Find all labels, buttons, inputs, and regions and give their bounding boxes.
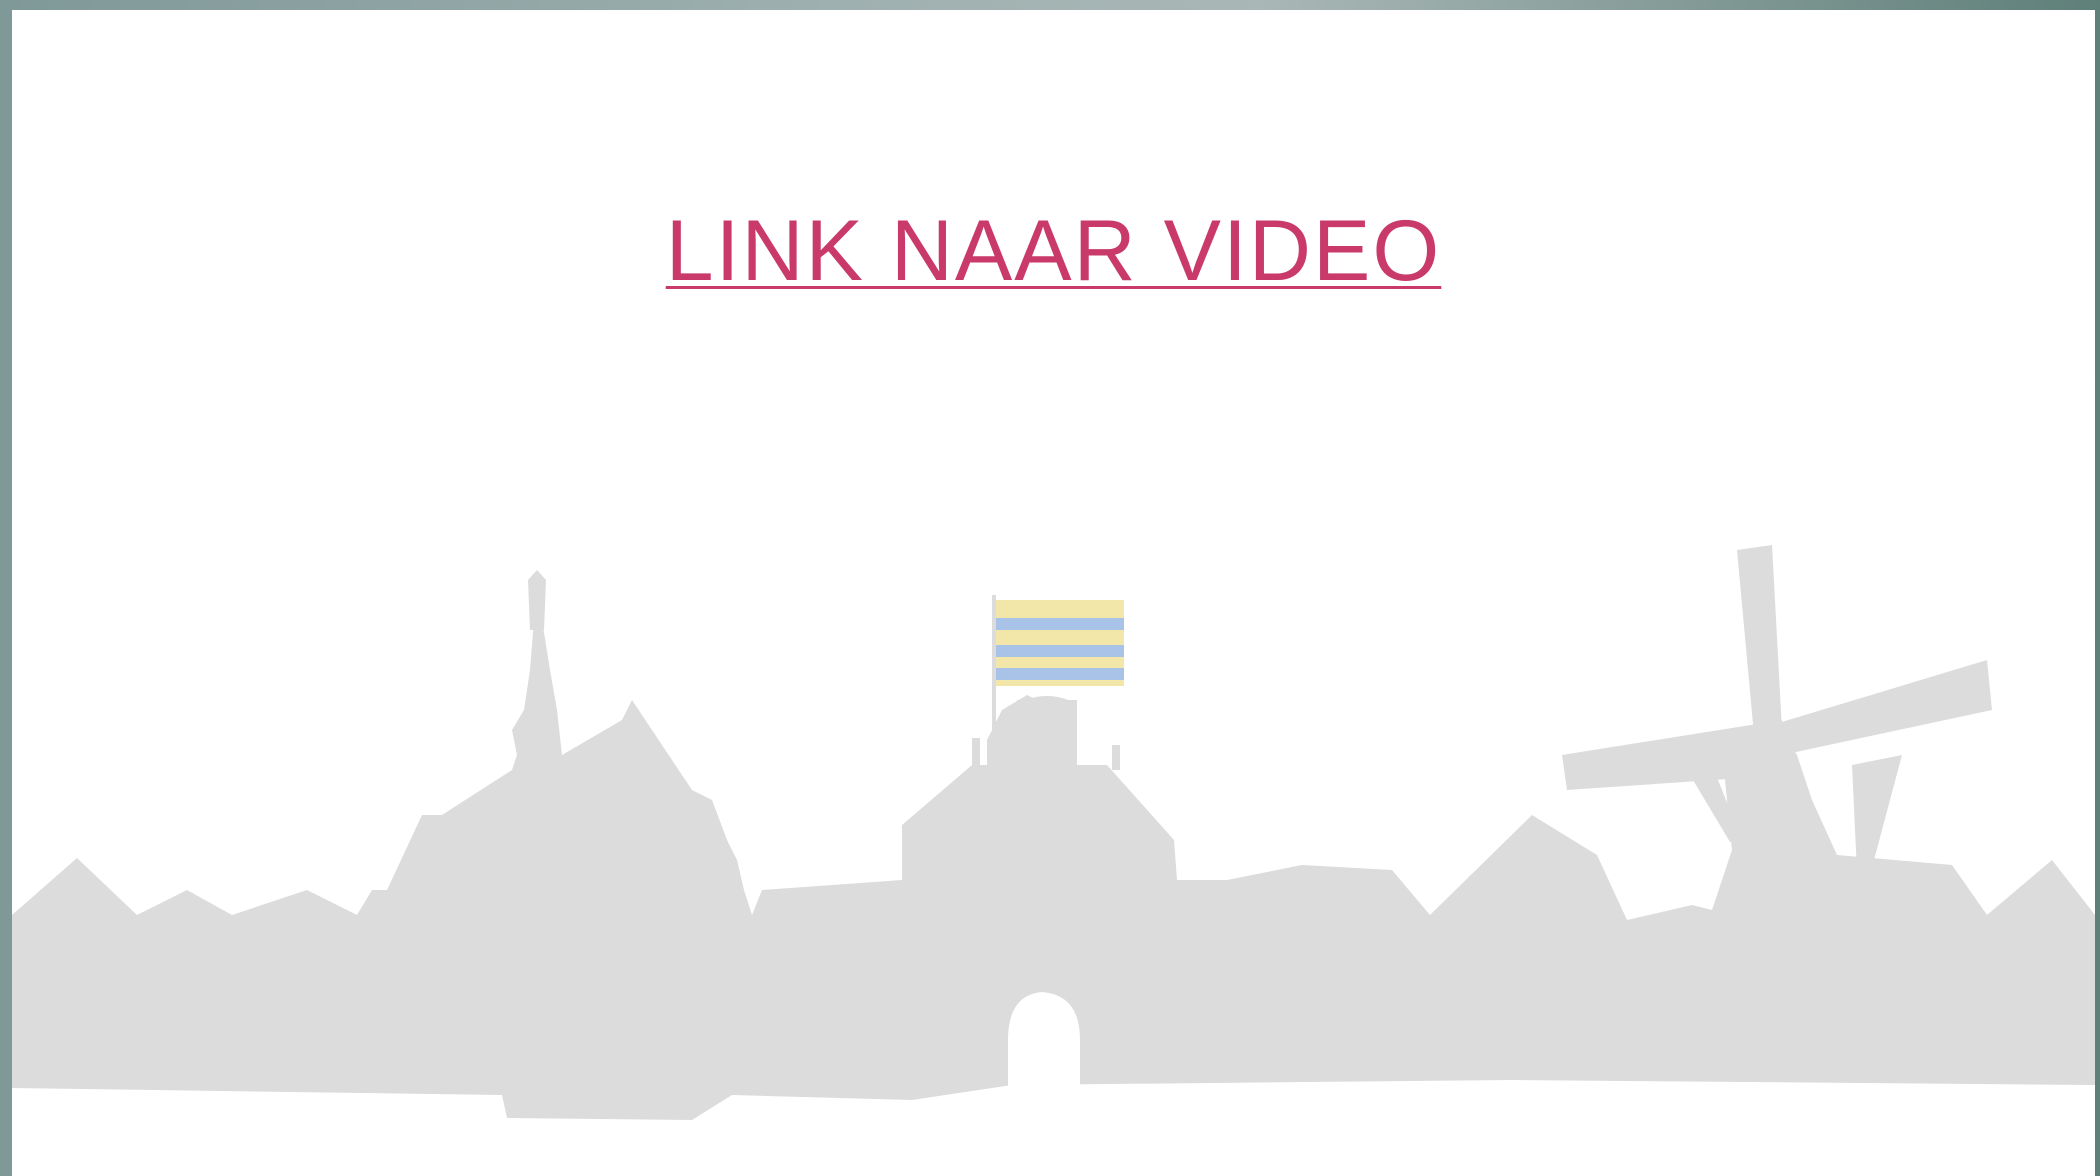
church-spire (528, 570, 546, 630)
window-background: LINK NAAR VIDEO (0, 0, 2100, 1176)
skyline-illustration (12, 545, 2095, 1120)
town-flag (996, 600, 1124, 686)
presentation-slide: LINK NAAR VIDEO (12, 10, 2095, 1176)
city-gate-arch (1008, 992, 1080, 1095)
flag-pole (992, 595, 996, 775)
